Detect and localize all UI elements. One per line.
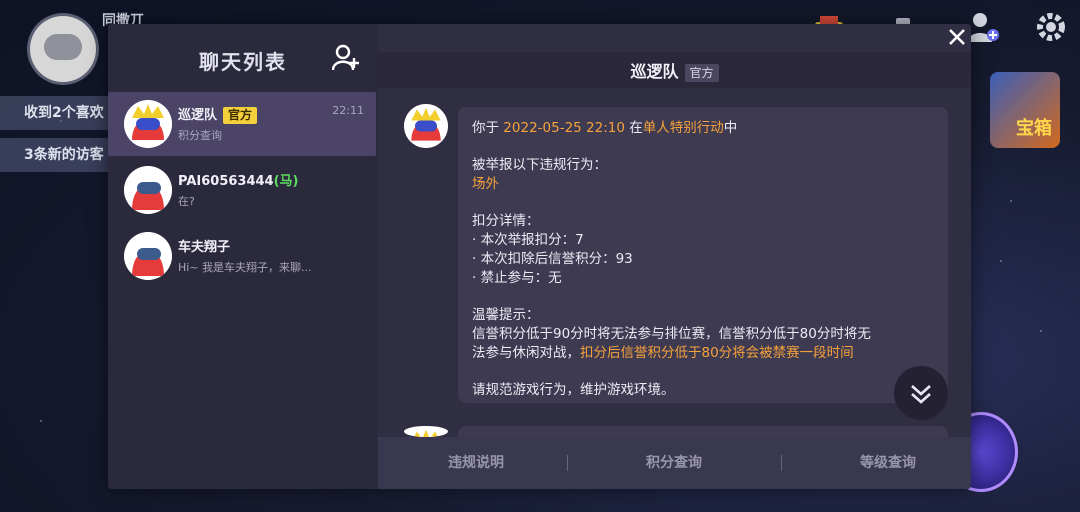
tab-level-query[interactable]: 等级查询: [790, 437, 971, 489]
tip-highlight: 扣分后信誉积分低于80分将会被禁赛一段时间: [580, 345, 854, 361]
conversation-name: 巡逻队: [178, 108, 218, 123]
tab-violation-info[interactable]: 违规说明: [378, 437, 574, 489]
details-title: 扣分详情：: [472, 213, 540, 229]
scroll-to-bottom-button[interactable]: [894, 366, 948, 420]
message-bubble: 你于 2022-05-25 22:10 在单人特别行动中 被举报以下违规行为： …: [458, 107, 948, 403]
patrol-avatar[interactable]: [404, 104, 448, 148]
conversation-tag: (马): [273, 174, 299, 189]
gear-icon[interactable]: [1034, 10, 1068, 44]
conversation-preview: Hi~ 我是车夫翔子，来聊...: [178, 261, 312, 274]
chat-list-panel: 聊天列表 巡逻队官方 积分查询 22:11 PAI60563444(马) 在?: [108, 24, 378, 489]
conversation-pai60563444[interactable]: PAI60563444(马) 在?: [108, 158, 376, 222]
detail-item: · 本次举报扣分：7: [472, 232, 584, 248]
tip-title: 温馨提示：: [472, 307, 540, 323]
detail-item: · 本次扣除后信誉积分：93: [472, 251, 633, 267]
conversation-patrol[interactable]: 巡逻队 官方 积分查询 22:11: [108, 92, 376, 156]
chat-panel: 巡逻队 官方 你于 2022-05-25 22:10 在单人特别行动中 被举报以下…: [378, 24, 971, 489]
quick-action-bar: 违规说明 积分查询 等级查询: [378, 437, 971, 489]
patrol-avatar: [404, 426, 448, 437]
user-avatar: [124, 166, 172, 214]
add-friend-icon[interactable]: [966, 10, 1000, 44]
game-mode: 单人特别行动: [642, 120, 724, 136]
player-avatar[interactable]: [30, 16, 96, 82]
user-avatar: [124, 232, 172, 280]
closing-line: 请规范游戏行为，维护游戏环境。: [472, 382, 675, 398]
tab-score-query[interactable]: 积分查询: [576, 437, 772, 489]
chat-title-name: 巡逻队: [630, 62, 679, 81]
message-datetime: 2022-05-25 22:10: [503, 120, 625, 136]
gift-box[interactable]: 宝箱: [990, 72, 1060, 148]
divider: [781, 455, 782, 471]
divider: [567, 455, 568, 471]
conversation-preview: 在?: [178, 195, 195, 208]
conversation-chefuxiangzi[interactable]: 车夫翔子 Hi~ 我是车夫翔子，来聊...: [108, 224, 376, 288]
violation-type: 场外: [472, 176, 499, 192]
reported-label: 被举报以下违规行为：: [472, 157, 607, 173]
add-friend-icon[interactable]: [332, 44, 360, 72]
official-badge: 官方: [684, 64, 719, 82]
conversation-time: 22:11: [332, 104, 364, 117]
conversation-preview: 积分查询: [178, 129, 222, 142]
gift-label: 宝箱: [1016, 118, 1052, 139]
chat-dialog: 聊天列表 巡逻队官方 积分查询 22:11 PAI60563444(马) 在?: [108, 24, 971, 489]
detail-item: · 禁止参与：无: [472, 270, 562, 286]
tip-line: 法参与休闲对战，扣分后信誉积分低于80分将会被禁赛一段时间: [472, 345, 854, 361]
official-badge: 官方: [223, 107, 258, 124]
tip-line: 信誉积分低于90分时将无法参与排位赛，信誉积分低于80分时将无: [472, 326, 871, 342]
close-icon[interactable]: [946, 26, 968, 48]
double-chevron-down-icon: [911, 385, 931, 404]
message-intro: 你于 2022-05-25 22:10 在单人特别行动中: [472, 120, 738, 136]
conversation-name: 车夫翔子: [178, 240, 231, 255]
patrol-avatar: [124, 100, 172, 148]
conversation-name: PAI60563444: [178, 174, 274, 189]
chat-title: 巡逻队 官方: [378, 58, 971, 82]
